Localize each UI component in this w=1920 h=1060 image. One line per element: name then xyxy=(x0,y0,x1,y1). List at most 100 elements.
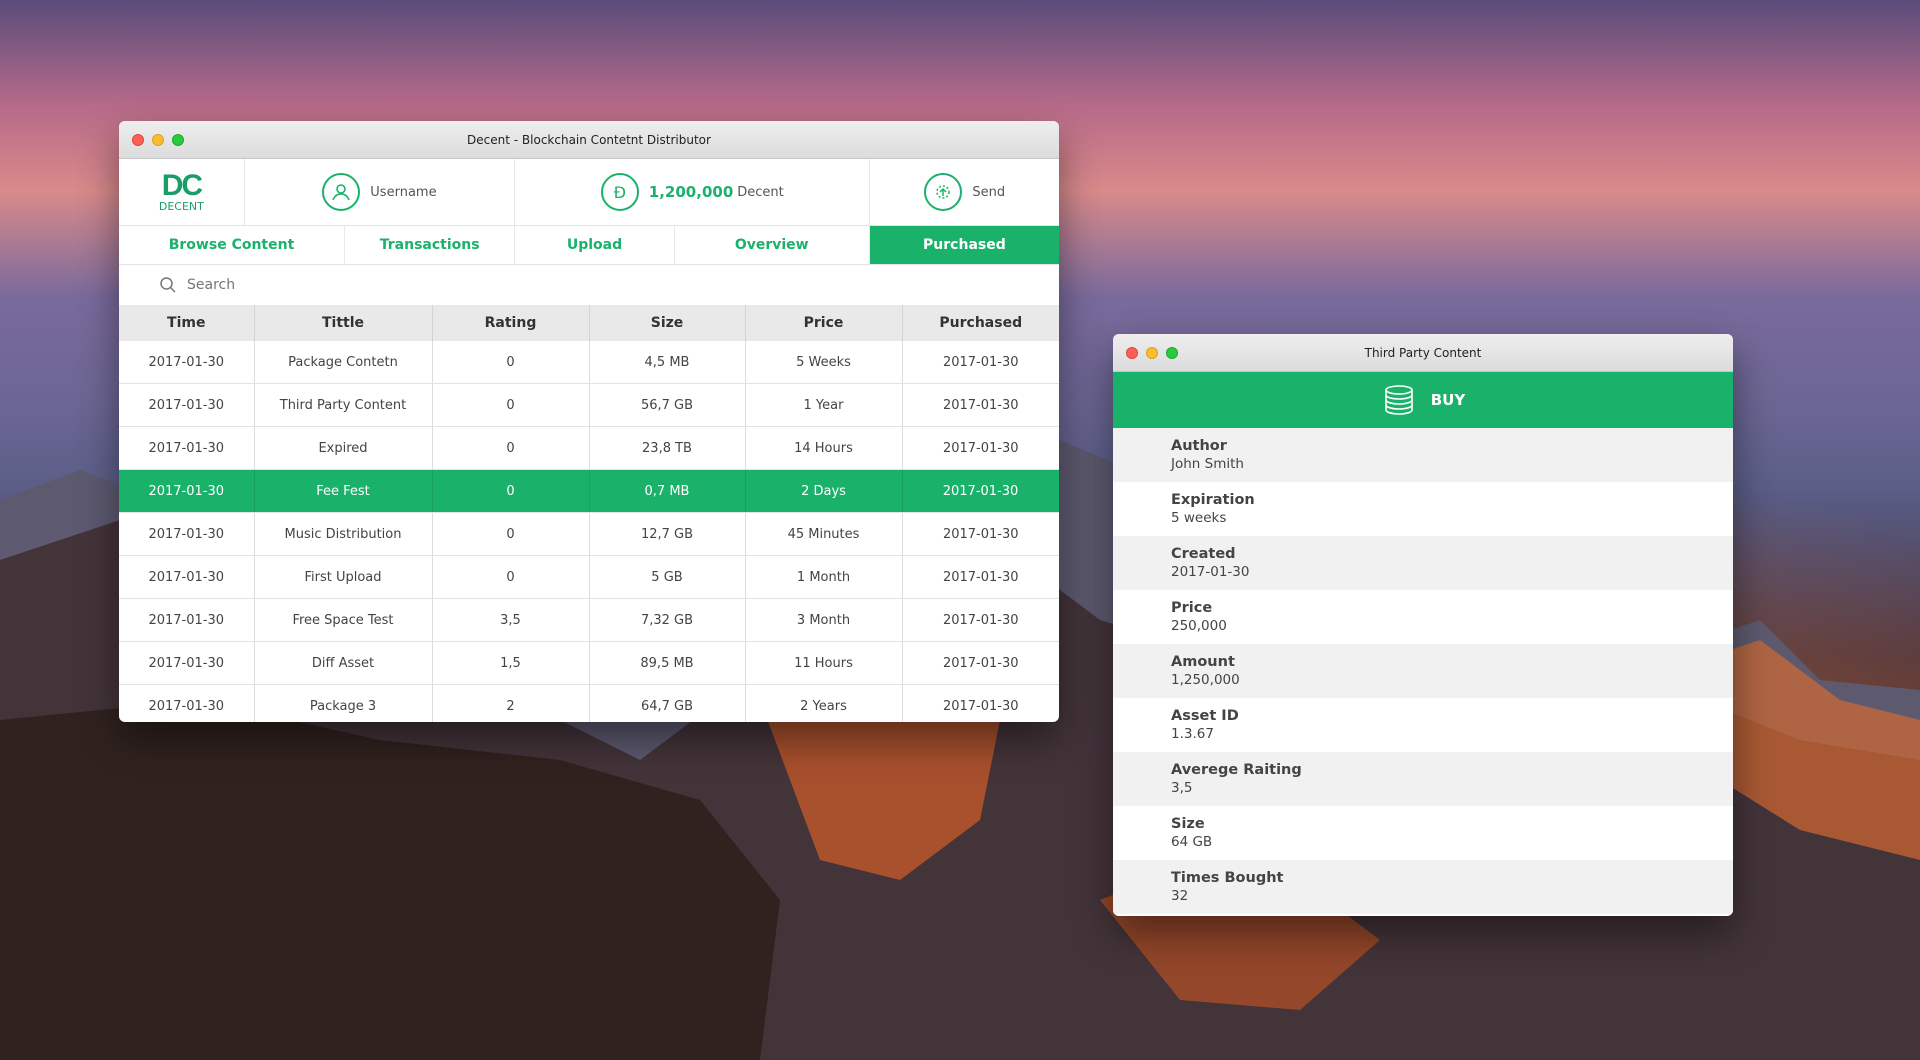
main-titlebar: Decent - Blockchain Contetnt Distributor xyxy=(119,121,1059,159)
cell-size: 7,32 GB xyxy=(589,598,746,642)
cell-price: 14 Hours xyxy=(745,426,903,470)
field-value: John Smith xyxy=(1171,456,1244,472)
field-label: Price xyxy=(1171,600,1213,616)
send-button[interactable]: Send xyxy=(870,159,1059,225)
field-value: 1,250,000 xyxy=(1171,672,1240,688)
column-header-time[interactable]: Time xyxy=(119,305,255,341)
zoom-button[interactable] xyxy=(1166,347,1178,359)
detail-row-asset-id: Asset ID 1.3.67 xyxy=(1113,698,1733,752)
cell-rating: 0 xyxy=(432,426,590,470)
detail-row-author: Author John Smith xyxy=(1113,428,1733,482)
table-row[interactable]: 2017-01-30 Package 3 2 64,7 GB 2 Years 2… xyxy=(119,684,1059,722)
send-label: Send xyxy=(972,184,1006,200)
cell-purchased: 2017-01-30 xyxy=(902,598,1059,642)
column-header-price[interactable]: Price xyxy=(745,305,903,341)
detail-row-size: Size 64 GB xyxy=(1113,806,1733,860)
detail-row-amount: Amount 1,250,000 xyxy=(1113,644,1733,698)
user-profile[interactable]: Username xyxy=(245,159,516,225)
cell-purchased: 2017-01-30 xyxy=(902,684,1059,722)
table-row[interactable]: 2017-01-30 Package Contetn 0 4,5 MB 5 We… xyxy=(119,341,1059,384)
column-header-title[interactable]: Tittle xyxy=(254,305,433,341)
main-tabs: Browse Content Transactions Upload Overv… xyxy=(119,226,1059,265)
cell-time: 2017-01-30 xyxy=(119,598,255,642)
buy-label: BUY xyxy=(1430,391,1466,409)
column-header-size[interactable]: Size xyxy=(589,305,746,341)
field-label: Author xyxy=(1171,438,1227,454)
window-controls xyxy=(1126,347,1178,359)
main-window: Decent - Blockchain Contetnt Distributor… xyxy=(119,121,1059,722)
detail-window: Third Party Content BUY Author John Smit… xyxy=(1113,334,1733,916)
table-row[interactable]: 2017-01-30 Diff Asset 1,5 89,5 MB 11 Hou… xyxy=(119,641,1059,685)
decent-coin-icon: Đ xyxy=(600,173,639,211)
coins-icon xyxy=(1384,385,1413,415)
cell-title: First Upload xyxy=(254,555,433,599)
user-icon xyxy=(322,173,361,211)
field-label: Size xyxy=(1171,816,1205,832)
tab-transactions[interactable]: Transactions xyxy=(345,226,516,264)
cell-purchased: 2017-01-30 xyxy=(902,426,1059,470)
purchased-table: Time Tittle Rating Size Price Purchased … xyxy=(119,305,1059,722)
cell-size: 56,7 GB xyxy=(589,383,746,427)
cell-price: 5 Weeks xyxy=(745,341,903,384)
cell-price: 2 Days xyxy=(745,469,903,513)
cell-purchased: 2017-01-30 xyxy=(902,383,1059,427)
cell-purchased: 2017-01-30 xyxy=(902,512,1059,556)
logo-mark: DC xyxy=(161,169,203,202)
column-header-rating[interactable]: Rating xyxy=(432,305,590,341)
detail-row-created: Created 2017-01-30 xyxy=(1113,536,1733,590)
cell-title: Fee Fest xyxy=(254,469,433,513)
cell-price: 2 Years xyxy=(745,684,903,722)
cell-size: 5 GB xyxy=(589,555,746,599)
cell-time: 2017-01-30 xyxy=(119,469,255,513)
field-label: Amount xyxy=(1171,654,1235,670)
cell-time: 2017-01-30 xyxy=(119,341,255,384)
table-row[interactable]: 2017-01-30 Free Space Test 3,5 7,32 GB 3… xyxy=(119,598,1059,642)
table-row[interactable]: 2017-01-30 Expired 0 23,8 TB 14 Hours 20… xyxy=(119,426,1059,470)
field-value: 64 GB xyxy=(1171,834,1213,850)
table-row[interactable]: 2017-01-30 Music Distribution 0 12,7 GB … xyxy=(119,512,1059,556)
cell-price: 45 Minutes xyxy=(745,512,903,556)
header-bar: DC DECENT Username Đ 1,200,000 Decent Se… xyxy=(119,159,1059,226)
cell-rating: 0 xyxy=(432,555,590,599)
detail-titlebar: Third Party Content xyxy=(1113,334,1733,372)
cell-rating: 3,5 xyxy=(432,598,590,642)
column-header-purchased[interactable]: Purchased xyxy=(902,305,1059,341)
search-bar xyxy=(119,265,1059,305)
cell-time: 2017-01-30 xyxy=(119,684,255,722)
close-button[interactable] xyxy=(132,134,144,146)
username-label: Username xyxy=(370,184,437,200)
cell-rating: 0 xyxy=(432,341,590,384)
cell-price: 1 Year xyxy=(745,383,903,427)
cell-purchased: 2017-01-30 xyxy=(902,641,1059,685)
zoom-button[interactable] xyxy=(172,134,184,146)
cell-size: 64,7 GB xyxy=(589,684,746,722)
cell-time: 2017-01-30 xyxy=(119,383,255,427)
minimize-button[interactable] xyxy=(152,134,164,146)
cell-title: Package Contetn xyxy=(254,341,433,384)
cell-title: Third Party Content xyxy=(254,383,433,427)
tab-browse-content[interactable]: Browse Content xyxy=(119,226,346,264)
cell-title: Package 3 xyxy=(254,684,433,722)
buy-button[interactable]: BUY xyxy=(1113,372,1733,428)
cell-size: 4,5 MB xyxy=(589,341,746,384)
cell-purchased: 2017-01-30 xyxy=(902,341,1059,384)
balance-display: Đ 1,200,000 Decent xyxy=(515,159,871,225)
search-input[interactable] xyxy=(185,276,589,294)
detail-row-times-bought: Times Bought 32 xyxy=(1113,860,1733,914)
cell-rating: 2 xyxy=(432,684,590,722)
tab-upload[interactable]: Upload xyxy=(515,226,675,264)
cell-size: 89,5 MB xyxy=(589,641,746,685)
table-row[interactable]: 2017-01-30 Third Party Content 0 56,7 GB… xyxy=(119,383,1059,427)
table-row-selected[interactable]: 2017-01-30 Fee Fest 0 0,7 MB 2 Days 2017… xyxy=(119,469,1059,513)
logo-text: DECENT xyxy=(158,200,204,213)
tab-purchased[interactable]: Purchased xyxy=(869,226,1059,264)
cell-title: Expired xyxy=(254,426,433,470)
cell-rating: 0 xyxy=(432,383,590,427)
table-row[interactable]: 2017-01-30 First Upload 0 5 GB 1 Month 2… xyxy=(119,555,1059,599)
close-button[interactable] xyxy=(1126,347,1138,359)
balance-value: 1,200,000 xyxy=(648,183,734,201)
minimize-button[interactable] xyxy=(1146,347,1158,359)
cell-title: Music Distribution xyxy=(254,512,433,556)
cell-rating: 0 xyxy=(432,512,590,556)
tab-overview[interactable]: Overview xyxy=(675,226,870,264)
